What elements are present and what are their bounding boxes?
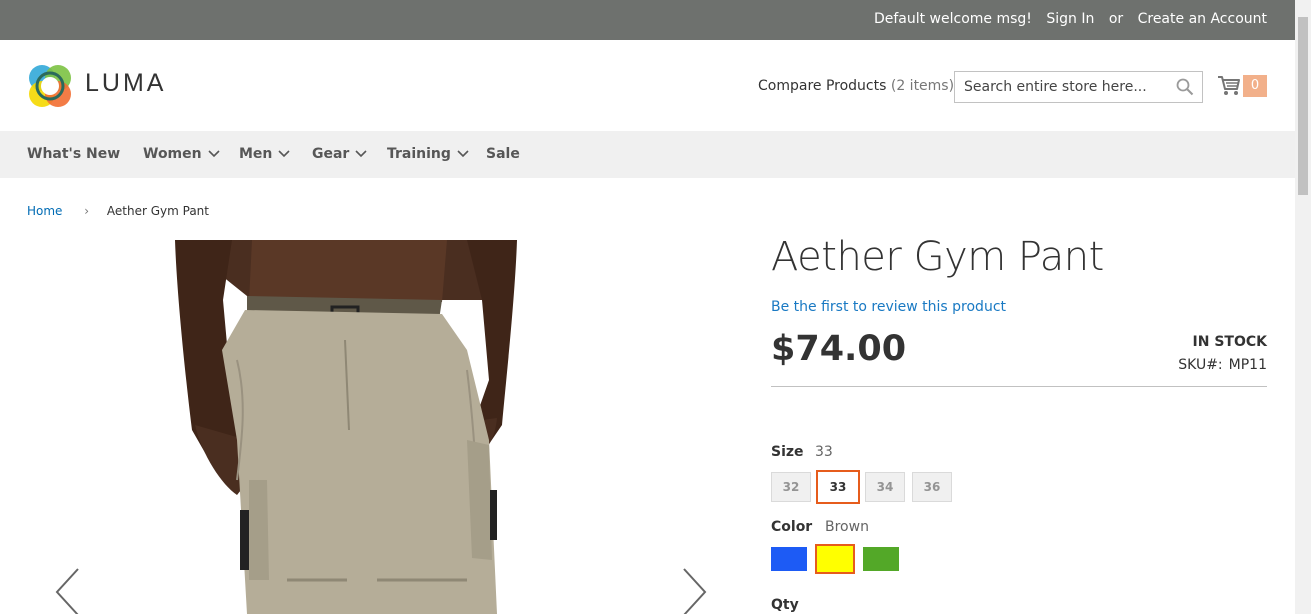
header-links: Default welcome msg! Sign In or Create a…	[864, 11, 1267, 27]
size-label: Size	[771, 444, 804, 460]
nav-item-women[interactable]: Women	[143, 146, 220, 162]
product-gallery	[27, 240, 717, 614]
gallery-prev-arrow-icon[interactable]	[54, 567, 80, 614]
main-navigation: What's New Women Men Gear Training Sale	[0, 131, 1295, 178]
product-title: Aether Gym Pant	[771, 234, 1104, 280]
breadcrumb-current: Aether Gym Pant	[106, 204, 209, 218]
qty-label: Qty	[771, 597, 799, 613]
product-image[interactable]	[27, 240, 717, 614]
chevron-down-icon	[355, 150, 367, 158]
minicart[interactable]: 0	[1217, 73, 1267, 101]
logo-icon	[29, 65, 71, 107]
color-swatch-yellow[interactable]	[815, 544, 855, 574]
chevron-down-icon	[208, 150, 220, 158]
stock-status: IN STOCK	[1192, 334, 1267, 350]
page-header: LUMA Compare Products (2 items) 0	[0, 40, 1295, 131]
nav-label: Sale	[486, 146, 520, 162]
size-swatch-32[interactable]: 32	[771, 472, 811, 502]
page-scrollbar[interactable]	[1295, 0, 1311, 614]
top-bar: Default welcome msg! Sign In or Create a…	[0, 0, 1295, 40]
size-selected-value: 33	[815, 444, 833, 460]
product-price: $74.00	[771, 329, 907, 369]
size-swatch-36[interactable]: 36	[912, 472, 952, 502]
search-box	[954, 71, 1203, 103]
nav-item-training[interactable]: Training	[387, 146, 469, 162]
logo-text: LUMA	[85, 69, 167, 97]
nav-label: Women	[143, 146, 202, 162]
chevron-down-icon	[278, 150, 290, 158]
scrollbar-thumb[interactable]	[1298, 17, 1308, 195]
nav-label: Men	[239, 146, 273, 162]
breadcrumb: Home › Aether Gym Pant	[27, 204, 209, 218]
color-swatch-green[interactable]	[863, 547, 899, 571]
nav-item-gear[interactable]: Gear	[312, 146, 367, 162]
info-divider	[771, 386, 1267, 387]
nav-item-men[interactable]: Men	[239, 146, 290, 162]
nav-item-sale[interactable]: Sale	[486, 146, 520, 162]
compare-label: Compare Products	[758, 78, 887, 94]
compare-count: (2 items)	[890, 78, 955, 94]
nav-label: What's New	[27, 146, 121, 162]
product-sku: SKU#: MP11	[1178, 357, 1267, 373]
sign-in-link[interactable]: Sign In	[1046, 11, 1094, 27]
size-swatch-34[interactable]: 34	[865, 472, 905, 502]
cart-icon	[1218, 76, 1240, 95]
chevron-down-icon	[457, 150, 469, 158]
cart-counter: 0	[1243, 75, 1267, 97]
color-selected-value: Brown	[825, 519, 869, 535]
search-input[interactable]	[955, 72, 1170, 102]
luma-logo[interactable]: LUMA	[27, 63, 187, 107]
size-swatch-33[interactable]: 33	[816, 470, 860, 504]
create-account-link[interactable]: Create an Account	[1138, 11, 1267, 27]
nav-item-whats-new[interactable]: What's New	[27, 146, 120, 162]
compare-products-link[interactable]: Compare Products (2 items)	[758, 78, 954, 94]
gallery-next-arrow-icon[interactable]	[682, 567, 708, 614]
review-link[interactable]: Be the first to review this product	[771, 299, 1006, 315]
sku-value: MP11	[1228, 357, 1267, 373]
color-label: Color	[771, 519, 813, 535]
sku-label: SKU#:	[1178, 357, 1223, 373]
color-swatch-blue[interactable]	[771, 547, 807, 571]
breadcrumb-home-link[interactable]: Home	[27, 204, 62, 218]
chevron-right-icon: ›	[84, 204, 90, 218]
welcome-message: Default welcome msg!	[873, 11, 1032, 27]
nav-label: Training	[387, 146, 451, 162]
nav-label: Gear	[312, 146, 350, 162]
or-text: or	[1108, 11, 1124, 27]
search-icon[interactable]	[1176, 78, 1194, 96]
